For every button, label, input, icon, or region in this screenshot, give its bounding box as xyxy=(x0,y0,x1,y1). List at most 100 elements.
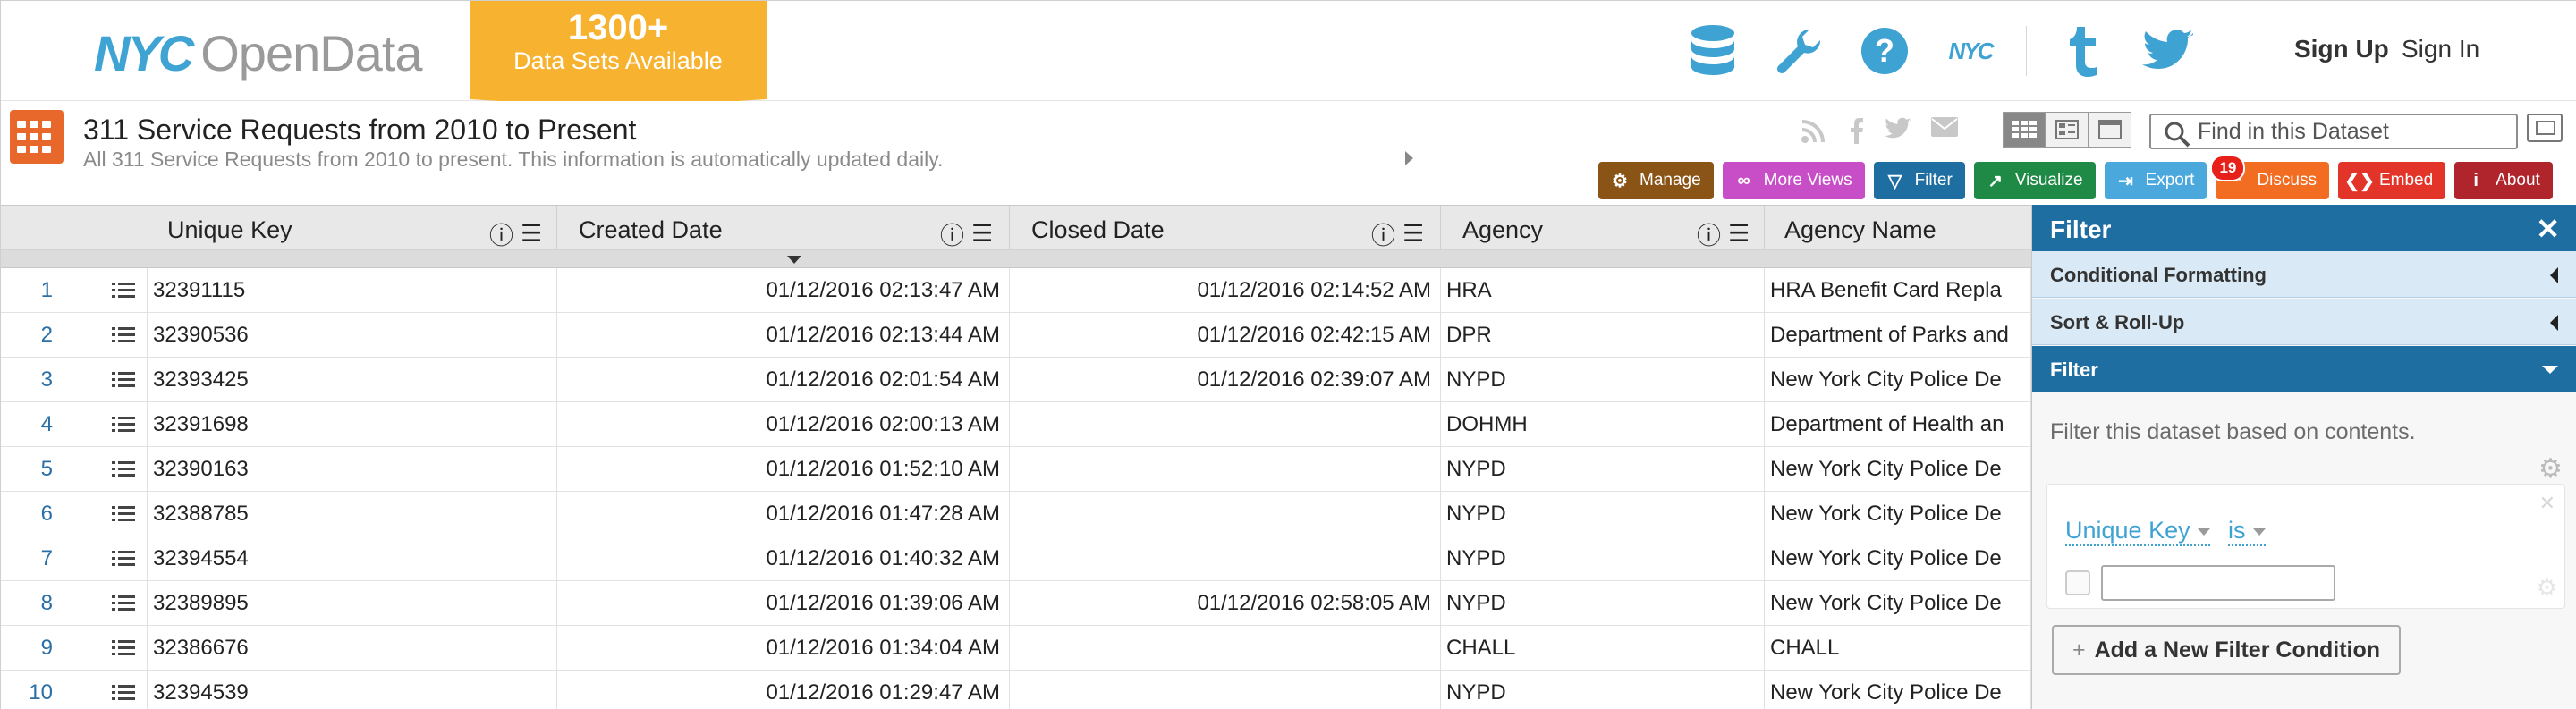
grid-view-button[interactable] xyxy=(2003,112,2046,148)
row-number[interactable]: 4 xyxy=(1,402,60,447)
full-view-icon xyxy=(2098,120,2122,139)
table-row[interactable]: 8 32389895 01/12/2016 01:39:06 AM 01/12/201… xyxy=(1,581,2031,626)
row-menu-icon[interactable] xyxy=(112,536,135,581)
row-number[interactable]: 7 xyxy=(1,536,60,581)
table-row[interactable]: 4 32391698 01/12/2016 02:00:13 AM DOHMH Depa… xyxy=(1,402,2031,447)
glasses-icon: ∞ xyxy=(1737,170,1750,190)
page-view-button[interactable] xyxy=(2046,112,2089,148)
cell-created-date: 01/12/2016 01:47:28 AM xyxy=(557,492,1010,536)
cell-closed-date xyxy=(1010,447,1441,492)
action-button-embed[interactable]: ❮❯ Embed xyxy=(2337,162,2446,199)
info-icon[interactable]: ⓘ xyxy=(1697,216,1721,251)
accordion-sort-rollup[interactable]: Sort & Roll-Up xyxy=(2032,299,2576,345)
database-icon[interactable] xyxy=(1682,22,1743,80)
cell-unique-key: 32391698 xyxy=(148,402,557,447)
add-filter-label: Add a New Filter Condition xyxy=(2094,637,2381,663)
row-number[interactable]: 3 xyxy=(1,358,60,402)
action-label: Embed xyxy=(2378,171,2434,190)
action-button-manage[interactable]: ⚙ Manage xyxy=(1598,162,1714,199)
nyc-icon[interactable]: NYC xyxy=(1940,22,2001,80)
column-menu-icon[interactable]: ☰ xyxy=(1728,220,1750,248)
row-number[interactable]: 5 xyxy=(1,447,60,492)
info-icon[interactable]: ⓘ xyxy=(1371,216,1395,251)
cell-agency: NYPD xyxy=(1441,492,1765,536)
tumblr-icon[interactable] xyxy=(2052,22,2113,80)
row-menu-icon[interactable] xyxy=(112,671,135,709)
info-icon[interactable]: ⓘ xyxy=(940,216,964,251)
sort-descending-icon[interactable] xyxy=(787,256,801,264)
close-icon[interactable]: ✕ xyxy=(2536,212,2560,246)
row-menu-icon[interactable] xyxy=(112,626,135,671)
full-view-button[interactable] xyxy=(2089,112,2131,148)
add-filter-condition-button[interactable]: + Add a New Filter Condition xyxy=(2052,625,2401,675)
action-button-filter[interactable]: ▽ Filter xyxy=(1873,162,1965,199)
table-row[interactable]: 7 32394554 01/12/2016 01:40:32 AM NYPD New Y… xyxy=(1,536,2031,581)
table-row[interactable]: 3 32393425 01/12/2016 02:01:54 AM 01/12/201… xyxy=(1,358,2031,402)
action-button-more-views[interactable]: ∞ More Views xyxy=(1722,162,1865,199)
column-header-agency[interactable]: Agency ⓘ ☰ xyxy=(1441,206,1765,250)
column-header-created-date[interactable]: Created Date ⓘ ☰ xyxy=(557,206,1010,250)
twitter-share-icon[interactable] xyxy=(1885,117,1911,140)
wrench-icon[interactable] xyxy=(1768,22,1829,80)
table-row[interactable]: 6 32388785 01/12/2016 01:47:28 AM NYPD New Y… xyxy=(1,492,2031,536)
cell-agency-name: New York City Police De xyxy=(1765,492,2031,536)
row-menu-icon[interactable] xyxy=(112,492,135,536)
row-menu-icon[interactable] xyxy=(112,313,135,358)
condition-gear-icon[interactable]: ⚙ xyxy=(2537,574,2557,602)
filter-value-input[interactable] xyxy=(2101,565,2335,601)
action-button-discuss[interactable]: ❝ Discuss 19 xyxy=(2210,155,2329,199)
row-number[interactable]: 6 xyxy=(1,492,60,536)
column-header-agency-name[interactable]: Agency Name xyxy=(1765,206,2031,250)
remove-condition-icon[interactable]: ✕ xyxy=(2539,492,2555,515)
row-number[interactable]: 1 xyxy=(1,268,60,313)
action-button-visualize[interactable]: ↗ Visualize xyxy=(1973,162,2096,199)
accordion-conditional-formatting[interactable]: Conditional Formatting xyxy=(2032,251,2576,298)
filter-column-select[interactable]: Unique Key xyxy=(2065,517,2210,546)
datasets-ribbon[interactable]: 1300+ Data Sets Available xyxy=(470,1,767,108)
cell-agency-name: New York City Police De xyxy=(1765,581,2031,626)
email-icon[interactable] xyxy=(1931,117,1958,137)
table-row[interactable]: 2 32390536 01/12/2016 02:13:44 AM 01/12/201… xyxy=(1,313,2031,358)
action-button-export[interactable]: ⇥ Export xyxy=(2104,162,2207,199)
row-number[interactable]: 2 xyxy=(1,313,60,358)
row-menu-icon[interactable] xyxy=(112,581,135,626)
row-number[interactable]: 8 xyxy=(1,581,60,626)
row-menu-icon[interactable] xyxy=(112,358,135,402)
column-label: Unique Key xyxy=(167,216,292,243)
rss-icon[interactable] xyxy=(1801,117,1827,144)
info-icon[interactable]: ⓘ xyxy=(489,216,513,251)
gear-icon[interactable]: ⚙ xyxy=(2538,453,2563,485)
column-menu-icon[interactable]: ☰ xyxy=(971,220,993,248)
filter-operator-select[interactable]: is xyxy=(2228,517,2266,546)
dataset-search[interactable]: Find in this Dataset xyxy=(2149,114,2518,149)
sign-up-link[interactable]: Sign Up xyxy=(2294,35,2389,63)
action-label: Visualize xyxy=(2014,171,2083,190)
row-menu-icon[interactable] xyxy=(112,402,135,447)
table-row[interactable]: 9 32386676 01/12/2016 01:34:04 AM CHALL CHAL… xyxy=(1,626,2031,671)
row-number[interactable]: 9 xyxy=(1,626,60,671)
cell-unique-key: 32391115 xyxy=(148,268,557,313)
column-header-unique-key[interactable]: Unique Key ⓘ ☰ xyxy=(1,206,557,250)
column-menu-icon[interactable]: ☰ xyxy=(521,220,542,248)
twitter-icon[interactable] xyxy=(2138,22,2199,80)
row-menu-icon[interactable] xyxy=(112,447,135,492)
grid-view-icon xyxy=(2012,121,2037,138)
expand-description-icon[interactable] xyxy=(1405,151,1413,165)
table-row[interactable]: 1 32391115 01/12/2016 02:13:47 AM 01/12/201… xyxy=(1,268,2031,313)
column-header-closed-date[interactable]: Closed Date ⓘ ☰ xyxy=(1010,206,1441,250)
maximize-icon[interactable] xyxy=(2527,114,2563,142)
accordion-filter[interactable]: Filter xyxy=(2032,346,2576,392)
cell-agency: NYPD xyxy=(1441,536,1765,581)
action-button-about[interactable]: i About xyxy=(2454,162,2553,199)
table-row[interactable]: 10 32394539 01/12/2016 01:29:47 AM NYPD New … xyxy=(1,671,2031,709)
condition-checkbox[interactable] xyxy=(2065,570,2090,595)
sign-in-link[interactable]: Sign In xyxy=(2402,35,2479,63)
row-number[interactable]: 10 xyxy=(1,671,60,709)
row-menu-icon[interactable] xyxy=(112,268,135,313)
cell-agency: DPR xyxy=(1441,313,1765,358)
table-row[interactable]: 5 32390163 01/12/2016 01:52:10 AM NYPD New Y… xyxy=(1,447,2031,492)
nyc-opendata-logo[interactable]: NYC OpenData xyxy=(94,25,423,81)
facebook-icon[interactable] xyxy=(1847,117,1865,144)
help-icon[interactable]: ? xyxy=(1854,22,1915,80)
column-menu-icon[interactable]: ☰ xyxy=(1402,220,1424,248)
